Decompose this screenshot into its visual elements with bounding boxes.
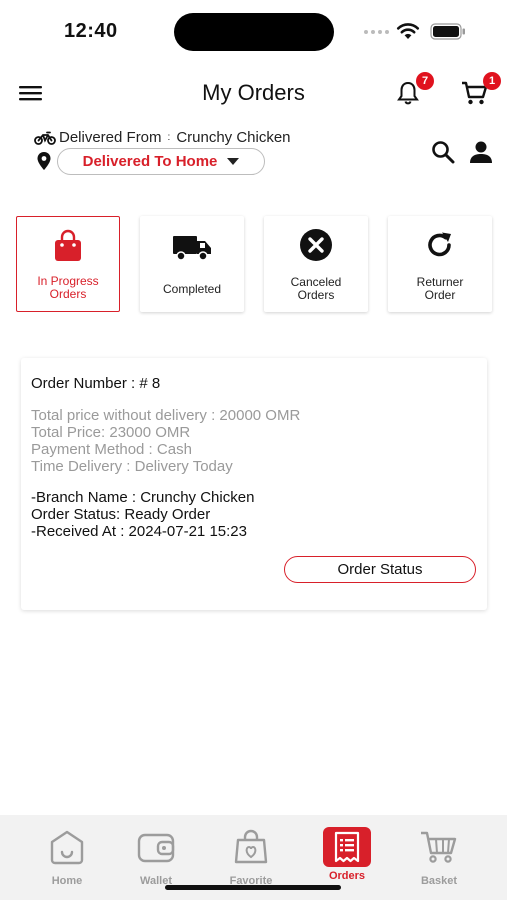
branch-name: -Branch Name : Crunchy Chicken xyxy=(31,489,255,506)
home-indicator xyxy=(165,885,341,890)
received-at: -Received At : 2024-07-21 15:23 xyxy=(31,523,247,540)
order-price-details: Total price without delivery : 20000 OMR… xyxy=(31,407,300,475)
nav-home-label: Home xyxy=(51,875,83,887)
cellular-signal-icon xyxy=(364,30,389,34)
favorite-bag-icon xyxy=(234,829,268,864)
delivered-to-label: Delivered To Home xyxy=(82,153,218,170)
cart-badge: 1 xyxy=(483,72,501,90)
tab-canceled[interactable]: Canceled Orders xyxy=(264,216,368,312)
basket-icon xyxy=(421,831,457,863)
dynamic-island xyxy=(174,13,334,51)
order-status-text: Order Status: Ready Order xyxy=(31,506,211,523)
orders-icon-background xyxy=(323,827,371,867)
tab-label: Completed xyxy=(162,282,222,296)
nav-basket[interactable]: Basket xyxy=(404,827,474,887)
home-icon xyxy=(50,830,84,865)
order-status-button[interactable]: Order Status xyxy=(284,556,476,583)
order-number: Order Number : # 8 xyxy=(31,375,161,392)
wifi-icon xyxy=(396,23,420,39)
order-card: Order Number : # 8 Total price without d… xyxy=(21,358,487,610)
notifications-button[interactable]: 7 xyxy=(396,72,434,106)
tab-label: In Progress Orders xyxy=(37,274,99,301)
order-tabs: In Progress Orders Completed Canceled Or… xyxy=(16,216,492,312)
delivered-from-separator: : xyxy=(167,132,171,143)
search-icon[interactable] xyxy=(431,140,455,164)
delivered-from-value: Crunchy Chicken xyxy=(176,129,291,146)
order-branch-details: -Branch Name : Crunchy Chicken Order Sta… xyxy=(31,489,254,540)
truck-icon xyxy=(173,236,211,261)
refresh-icon xyxy=(428,232,451,257)
delivered-to-dropdown[interactable]: Delivered To Home xyxy=(57,148,265,175)
receipt-icon xyxy=(334,831,360,863)
nav-orders[interactable]: Orders xyxy=(312,827,382,882)
battery-icon xyxy=(430,23,465,40)
nav-home[interactable]: Home xyxy=(32,827,102,887)
delivered-from-label: Delivered From xyxy=(59,129,162,146)
wallet-icon xyxy=(137,833,175,863)
app-header: My Orders 7 1 xyxy=(0,62,507,124)
status-time: 12:40 xyxy=(64,20,118,42)
tab-returner[interactable]: Returner Order xyxy=(388,216,492,312)
cancel-icon xyxy=(300,229,332,261)
payment-method: Payment Method : Cash xyxy=(31,441,192,458)
tab-completed[interactable]: Completed xyxy=(140,216,244,312)
delivered-from: Delivered From : Crunchy Chicken xyxy=(34,129,291,146)
tab-in-progress[interactable]: In Progress Orders xyxy=(16,216,120,312)
location-pin-icon xyxy=(37,152,51,170)
cart-button[interactable]: 1 xyxy=(461,72,501,106)
nav-orders-label: Orders xyxy=(328,870,366,882)
status-bar: 12:40 xyxy=(0,0,507,62)
nav-basket-label: Basket xyxy=(420,875,458,887)
tab-label: Returner Order xyxy=(416,275,464,302)
nav-favorite[interactable]: Favorite xyxy=(216,827,286,887)
tab-label: Canceled Orders xyxy=(290,275,342,302)
user-profile-icon[interactable] xyxy=(469,140,493,164)
total-price: Total Price: 23000 OMR xyxy=(31,424,191,441)
time-delivery: Time Delivery : Delivery Today xyxy=(31,458,233,475)
notifications-badge: 7 xyxy=(416,72,434,90)
motorcycle-icon xyxy=(34,131,56,145)
shopping-bag-icon xyxy=(55,229,81,261)
caret-down-icon xyxy=(227,158,240,165)
total-without-delivery: Total price without delivery : 20000 OMR xyxy=(31,407,301,424)
nav-wallet[interactable]: Wallet xyxy=(121,827,191,887)
